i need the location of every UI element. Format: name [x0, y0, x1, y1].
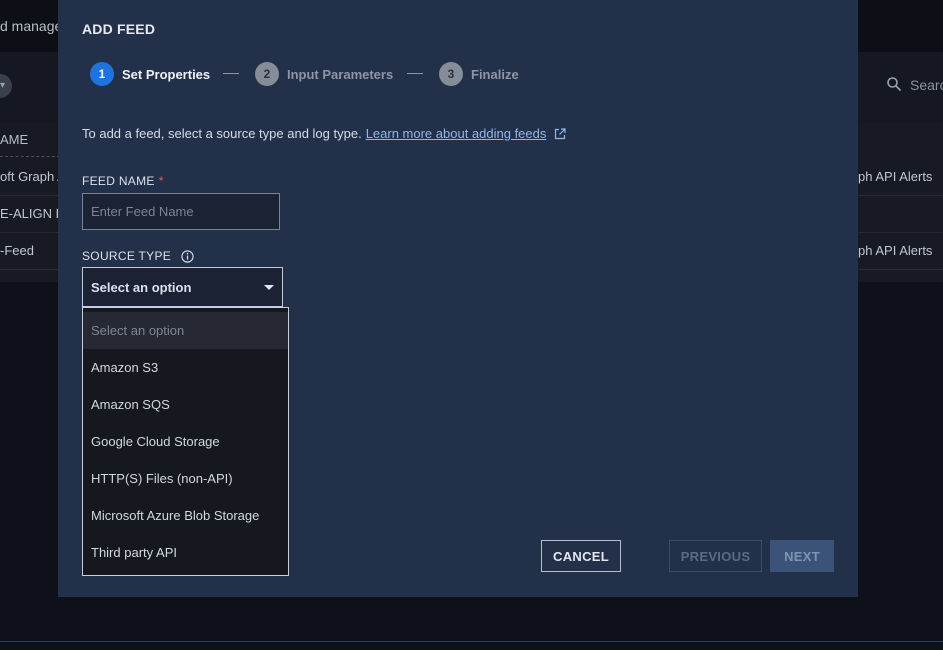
dropdown-option-google-cloud-storage[interactable]: Google Cloud Storage [83, 423, 288, 460]
table-cell-type: ph API Alerts [858, 243, 933, 258]
dropdown-option-third-party-api[interactable]: Third party API [83, 534, 288, 571]
step-finalize: 3 Finalize [439, 62, 519, 86]
cancel-button[interactable]: CANCEL [541, 540, 621, 572]
page-title: d manage [0, 18, 63, 34]
intro-text: To add a feed, select a source type and … [82, 126, 362, 141]
table-cell-name[interactable]: oft Graph A [0, 169, 66, 184]
dropdown-option-azure-blob-storage[interactable]: Microsoft Azure Blob Storage [83, 497, 288, 534]
modal-title: ADD FEED [82, 21, 156, 37]
feed-name-input[interactable] [82, 193, 280, 230]
column-divider [0, 156, 60, 157]
dropdown-option-https-files[interactable]: HTTP(S) Files (non-API) [83, 460, 288, 497]
step-connector [407, 73, 423, 74]
search-input[interactable]: Searc [910, 77, 943, 93]
source-type-label: SOURCE TYPE [82, 249, 194, 263]
table-cell-name[interactable]: -Feed [0, 243, 34, 258]
footer-divider [0, 641, 943, 642]
search-icon [887, 77, 902, 92]
step-label: Finalize [471, 66, 519, 82]
learn-more-link[interactable]: Learn more about adding feeds [366, 126, 547, 141]
step-number: 2 [255, 62, 279, 86]
previous-button[interactable]: PREVIOUS [669, 540, 762, 572]
column-header-name[interactable]: AME [0, 132, 28, 147]
feed-name-label: FEED NAME * [82, 174, 164, 188]
caret-down-icon [264, 284, 274, 290]
step-number: 1 [90, 62, 114, 86]
info-icon[interactable] [181, 249, 194, 263]
required-marker: * [158, 174, 164, 188]
step-set-properties: 1 Set Properties [90, 62, 210, 86]
external-link-icon[interactable] [554, 127, 566, 140]
step-number: 3 [439, 62, 463, 86]
source-type-selected-value: Select an option [91, 279, 192, 295]
next-button[interactable]: NEXT [770, 540, 834, 572]
source-type-dropdown: Select an option Amazon S3 Amazon SQS Go… [82, 307, 289, 576]
dropdown-option-amazon-s3[interactable]: Amazon S3 [83, 349, 288, 386]
step-input-parameters: 2 Input Parameters [255, 62, 393, 86]
step-label: Input Parameters [287, 66, 394, 82]
step-label: Set Properties [122, 66, 211, 82]
dropdown-option-amazon-sqs[interactable]: Amazon SQS [83, 386, 288, 423]
dropdown-option-placeholder[interactable]: Select an option [83, 312, 288, 349]
step-connector [223, 73, 239, 74]
chevron-down-icon[interactable]: ▾ [0, 80, 5, 91]
source-type-select[interactable]: Select an option [82, 267, 283, 307]
feed-name-label-text: FEED NAME [82, 174, 155, 188]
intro-text-row: To add a feed, select a source type and … [82, 126, 566, 141]
source-type-label-text: SOURCE TYPE [82, 249, 172, 263]
table-cell-type: ph API Alerts [858, 169, 933, 184]
